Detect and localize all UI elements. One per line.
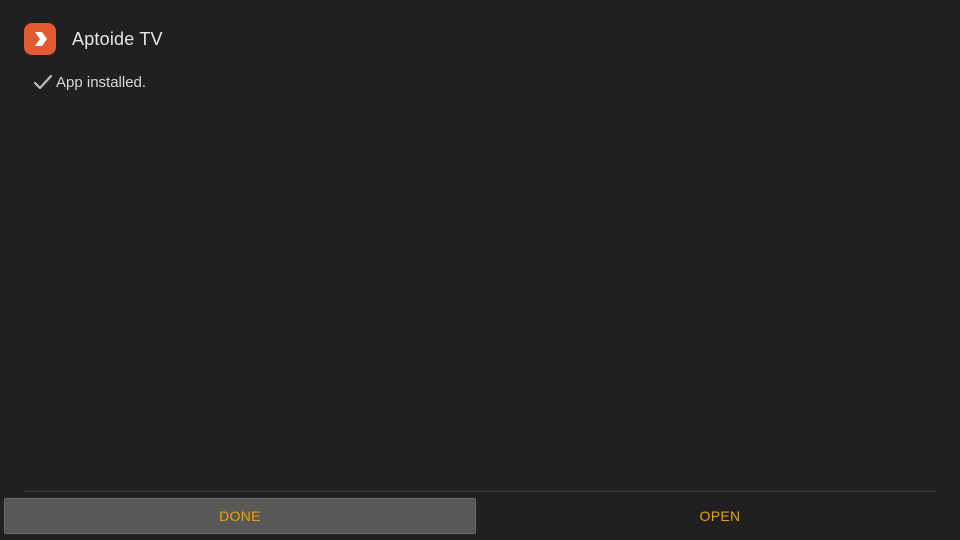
aptoide-logo-icon — [24, 23, 56, 55]
app-header: Aptoide TV — [24, 23, 163, 55]
install-status: App installed. — [33, 72, 146, 92]
done-button[interactable]: DONE — [4, 498, 476, 534]
check-icon — [33, 72, 53, 92]
app-title: Aptoide TV — [72, 28, 163, 49]
open-button[interactable]: OPEN — [484, 498, 956, 534]
divider — [24, 491, 936, 492]
install-result-screen: Aptoide TV App installed. DONE OPEN — [0, 0, 960, 540]
status-text: App installed. — [56, 73, 147, 91]
